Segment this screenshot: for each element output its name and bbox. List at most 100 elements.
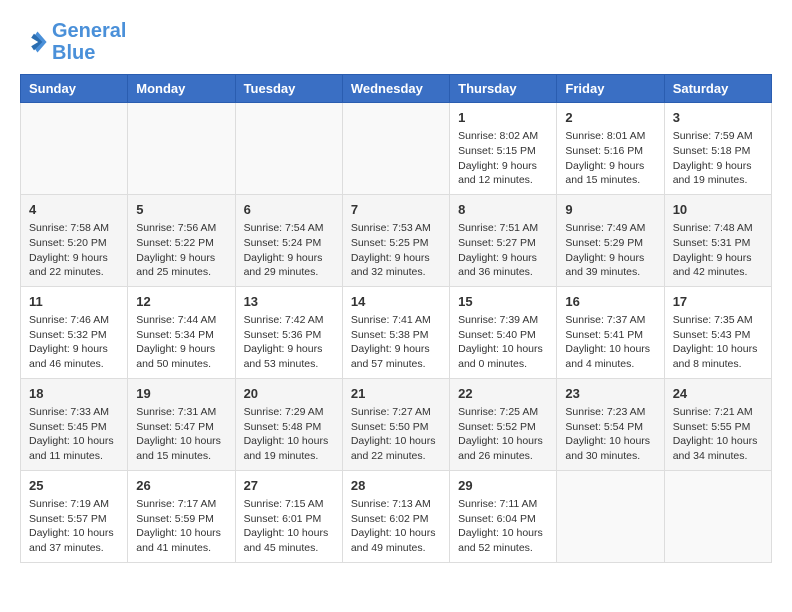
day-info: Sunrise: 7:19 AM Sunset: 5:57 PM Dayligh… — [29, 497, 119, 556]
day-info: Sunrise: 7:39 AM Sunset: 5:40 PM Dayligh… — [458, 313, 548, 372]
column-header-saturday: Saturday — [664, 75, 771, 103]
day-info: Sunrise: 7:13 AM Sunset: 6:02 PM Dayligh… — [351, 497, 441, 556]
day-info: Sunrise: 7:29 AM Sunset: 5:48 PM Dayligh… — [244, 405, 334, 464]
calendar-cell: 16 Sunrise: 7:37 AM Sunset: 5:41 PM Dayli… — [557, 286, 664, 378]
calendar-cell: 21Sunrise: 7:27 AM Sunset: 5:50 PM Dayli… — [342, 378, 449, 470]
week-row-1: 1 Sunrise: 8:02 AM Sunset: 5:15 PM Daylig… — [21, 103, 772, 195]
calendar-cell: 27 Sunrise: 7:15 AM Sunset: 6:01 PM Dayli… — [235, 470, 342, 562]
calendar-cell: 24 Sunrise: 7:21 AM Sunset: 5:55 PM Dayli… — [664, 378, 771, 470]
column-header-friday: Friday — [557, 75, 664, 103]
day-number: 15 — [458, 293, 548, 311]
calendar-cell: 13 Sunrise: 7:42 AM Sunset: 5:36 PM Dayli… — [235, 286, 342, 378]
day-number: 20 — [244, 385, 334, 403]
calendar-cell: 10 Sunrise: 7:48 AM Sunset: 5:31 PM Dayli… — [664, 194, 771, 286]
calendar-cell: 23 Sunrise: 7:23 AM Sunset: 5:54 PM Dayli… — [557, 378, 664, 470]
day-number: 11 — [29, 293, 119, 311]
calendar-cell: 5 Sunrise: 7:56 AM Sunset: 5:22 PM Daylig… — [128, 194, 235, 286]
calendar-cell: 15 Sunrise: 7:39 AM Sunset: 5:40 PM Dayli… — [450, 286, 557, 378]
week-row-4: 18 Sunrise: 7:33 AM Sunset: 5:45 PM Dayli… — [21, 378, 772, 470]
day-info: Sunrise: 7:37 AM Sunset: 5:41 PM Dayligh… — [565, 313, 655, 372]
day-number: 26 — [136, 477, 226, 495]
calendar-cell: 19Sunrise: 7:31 AM Sunset: 5:47 PM Dayli… — [128, 378, 235, 470]
day-info: Sunrise: 7:11 AM Sunset: 6:04 PM Dayligh… — [458, 497, 548, 556]
logo-icon — [20, 28, 48, 56]
day-info: Sunrise: 7:33 AM Sunset: 5:45 PM Dayligh… — [29, 405, 119, 464]
logo-general: General — [52, 20, 126, 42]
day-info: Sunrise: 7:49 AM Sunset: 5:29 PM Dayligh… — [565, 221, 655, 280]
day-info: Sunrise: 7:48 AM Sunset: 5:31 PM Dayligh… — [673, 221, 763, 280]
day-number: 6 — [244, 201, 334, 219]
day-number: 27 — [244, 477, 334, 495]
calendar-cell: 4 Sunrise: 7:58 AM Sunset: 5:20 PM Daylig… — [21, 194, 128, 286]
day-number: 1 — [458, 109, 548, 127]
logo-text: General Blue — [52, 20, 126, 64]
calendar-cell — [128, 103, 235, 195]
logo: General Blue — [20, 20, 126, 64]
calendar-cell: 14 Sunrise: 7:41 AM Sunset: 5:38 PM Dayli… — [342, 286, 449, 378]
calendar-cell: 28 Sunrise: 7:13 AM Sunset: 6:02 PM Dayli… — [342, 470, 449, 562]
day-info: Sunrise: 7:15 AM Sunset: 6:01 PM Dayligh… — [244, 497, 334, 556]
day-info: Sunrise: 7:21 AM Sunset: 5:55 PM Dayligh… — [673, 405, 763, 464]
day-info: Sunrise: 7:51 AM Sunset: 5:27 PM Dayligh… — [458, 221, 548, 280]
day-number: 2 — [565, 109, 655, 127]
day-number: 16 — [565, 293, 655, 311]
calendar-table: SundayMondayTuesdayWednesdayThursdayFrid… — [20, 74, 772, 563]
day-info: Sunrise: 7:42 AM Sunset: 5:36 PM Dayligh… — [244, 313, 334, 372]
day-number: 28 — [351, 477, 441, 495]
week-row-2: 4 Sunrise: 7:58 AM Sunset: 5:20 PM Daylig… — [21, 194, 772, 286]
calendar-cell: 7Sunrise: 7:53 AM Sunset: 5:25 PM Daylig… — [342, 194, 449, 286]
day-number: 5 — [136, 201, 226, 219]
calendar-cell — [235, 103, 342, 195]
week-row-5: 25 Sunrise: 7:19 AM Sunset: 5:57 PM Dayli… — [21, 470, 772, 562]
day-info: Sunrise: 7:23 AM Sunset: 5:54 PM Dayligh… — [565, 405, 655, 464]
calendar-cell: 29 Sunrise: 7:11 AM Sunset: 6:04 PM Dayli… — [450, 470, 557, 562]
day-info: Sunrise: 7:25 AM Sunset: 5:52 PM Dayligh… — [458, 405, 548, 464]
day-info: Sunrise: 7:35 AM Sunset: 5:43 PM Dayligh… — [673, 313, 763, 372]
header-row: SundayMondayTuesdayWednesdayThursdayFrid… — [21, 75, 772, 103]
day-number: 14 — [351, 293, 441, 311]
calendar-cell: 2 Sunrise: 8:01 AM Sunset: 5:16 PM Daylig… — [557, 103, 664, 195]
day-info: Sunrise: 7:31 AM Sunset: 5:47 PM Dayligh… — [136, 405, 226, 464]
calendar-cell: 11Sunrise: 7:46 AM Sunset: 5:32 PM Dayli… — [21, 286, 128, 378]
day-info: Sunrise: 7:59 AM Sunset: 5:18 PM Dayligh… — [673, 129, 763, 188]
day-number: 25 — [29, 477, 119, 495]
day-info: Sunrise: 8:02 AM Sunset: 5:15 PM Dayligh… — [458, 129, 548, 188]
day-number: 8 — [458, 201, 548, 219]
day-info: Sunrise: 7:17 AM Sunset: 5:59 PM Dayligh… — [136, 497, 226, 556]
calendar-cell: 22 Sunrise: 7:25 AM Sunset: 5:52 PM Dayli… — [450, 378, 557, 470]
calendar-cell: 3 Sunrise: 7:59 AM Sunset: 5:18 PM Daylig… — [664, 103, 771, 195]
day-number: 4 — [29, 201, 119, 219]
day-info: Sunrise: 7:41 AM Sunset: 5:38 PM Dayligh… — [351, 313, 441, 372]
day-number: 3 — [673, 109, 763, 127]
calendar-cell: 18 Sunrise: 7:33 AM Sunset: 5:45 PM Dayli… — [21, 378, 128, 470]
day-info: Sunrise: 7:44 AM Sunset: 5:34 PM Dayligh… — [136, 313, 226, 372]
calendar-cell: 6 Sunrise: 7:54 AM Sunset: 5:24 PM Daylig… — [235, 194, 342, 286]
calendar-cell: 17Sunrise: 7:35 AM Sunset: 5:43 PM Dayli… — [664, 286, 771, 378]
calendar-cell: 8 Sunrise: 7:51 AM Sunset: 5:27 PM Daylig… — [450, 194, 557, 286]
day-number: 18 — [29, 385, 119, 403]
day-info: Sunrise: 7:56 AM Sunset: 5:22 PM Dayligh… — [136, 221, 226, 280]
column-header-tuesday: Tuesday — [235, 75, 342, 103]
day-number: 23 — [565, 385, 655, 403]
day-info: Sunrise: 7:53 AM Sunset: 5:25 PM Dayligh… — [351, 221, 441, 280]
logo-blue: Blue — [52, 42, 126, 64]
calendar-cell — [342, 103, 449, 195]
page-header: General Blue — [20, 20, 772, 64]
calendar-cell: 25 Sunrise: 7:19 AM Sunset: 5:57 PM Dayli… — [21, 470, 128, 562]
calendar-cell: 12Sunrise: 7:44 AM Sunset: 5:34 PM Dayli… — [128, 286, 235, 378]
day-info: Sunrise: 7:54 AM Sunset: 5:24 PM Dayligh… — [244, 221, 334, 280]
day-number: 29 — [458, 477, 548, 495]
day-number: 13 — [244, 293, 334, 311]
calendar-cell: 1 Sunrise: 8:02 AM Sunset: 5:15 PM Daylig… — [450, 103, 557, 195]
day-info: Sunrise: 7:58 AM Sunset: 5:20 PM Dayligh… — [29, 221, 119, 280]
day-number: 22 — [458, 385, 548, 403]
calendar-header: SundayMondayTuesdayWednesdayThursdayFrid… — [21, 75, 772, 103]
day-info: Sunrise: 8:01 AM Sunset: 5:16 PM Dayligh… — [565, 129, 655, 188]
day-number: 10 — [673, 201, 763, 219]
calendar-cell: 9Sunrise: 7:49 AM Sunset: 5:29 PM Daylig… — [557, 194, 664, 286]
column-header-sunday: Sunday — [21, 75, 128, 103]
calendar-cell: 26 Sunrise: 7:17 AM Sunset: 5:59 PM Dayli… — [128, 470, 235, 562]
calendar-body: 1 Sunrise: 8:02 AM Sunset: 5:15 PM Daylig… — [21, 103, 772, 563]
day-number: 24 — [673, 385, 763, 403]
day-number: 21 — [351, 385, 441, 403]
